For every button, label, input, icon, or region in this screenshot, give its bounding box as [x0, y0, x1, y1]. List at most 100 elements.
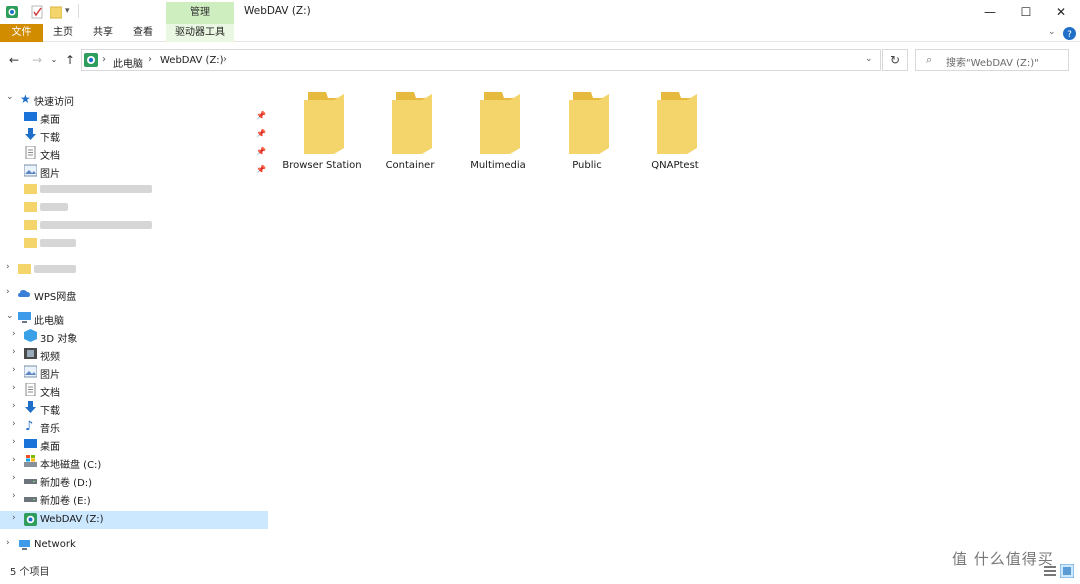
picture-icon: [24, 164, 37, 177]
address-input[interactable]: › 此电脑 › WebDAV (Z:) › ⌄: [81, 49, 881, 71]
sidebar-item-drive-d[interactable]: › 新加卷 (D:): [0, 471, 268, 489]
svg-text:?: ?: [1067, 30, 1072, 40]
folder-item[interactable]: Public: [545, 88, 629, 174]
sidebar-item-label: WPS网盘: [34, 292, 77, 303]
pin-icon[interactable]: 📌: [256, 111, 266, 120]
sidebar-item-desktop[interactable]: › 桌面: [0, 435, 268, 453]
sidebar-item-webdav[interactable]: › WebDAV (Z:): [0, 511, 268, 529]
chevron-right-icon[interactable]: ›: [6, 287, 10, 297]
chevron-down-icon[interactable]: ⌄: [6, 311, 14, 321]
tab-home[interactable]: 主页: [48, 24, 78, 42]
search-input[interactable]: ⌕ 搜索"WebDAV (Z:)": [915, 49, 1069, 71]
sidebar-item-downloads-pinned[interactable]: 下载 📌: [0, 126, 268, 144]
breadcrumb-this-pc[interactable]: 此电脑: [113, 55, 143, 70]
redacted-label: [40, 239, 76, 247]
sidebar-item-downloads[interactable]: › 下载: [0, 399, 268, 417]
pin-icon[interactable]: 📌: [256, 165, 266, 174]
chevron-right-icon[interactable]: ›: [12, 473, 16, 483]
sidebar-item-drive-e[interactable]: › 新加卷 (E:): [0, 489, 268, 507]
sidebar-item-quick-access[interactable]: ⌄ ★ 快速访问: [0, 90, 268, 108]
folder-label: QNAPtest: [651, 160, 699, 171]
folder-icon: [24, 220, 37, 230]
chevron-right-icon[interactable]: ›: [12, 455, 16, 465]
up-arrow-icon[interactable]: ↑: [62, 52, 78, 68]
recent-locations-icon[interactable]: ⌄: [46, 52, 62, 68]
folder-item[interactable]: Container: [368, 88, 452, 174]
customize-toolbar-icon[interactable]: ▾: [65, 6, 70, 16]
sidebar-item-drive-c[interactable]: › 本地磁盘 (C:): [0, 453, 268, 471]
folder-label: Browser Station: [282, 160, 362, 171]
document-icon: [25, 383, 36, 396]
pin-icon[interactable]: 📌: [256, 129, 266, 138]
sidebar-item-pictures-pinned[interactable]: 图片 📌: [0, 162, 268, 180]
folder-icon: [24, 184, 37, 194]
manage-context-tab[interactable]: 管理: [166, 2, 234, 24]
chevron-right-icon[interactable]: ›: [12, 513, 16, 523]
sidebar-item-documents[interactable]: › 文档: [0, 381, 268, 399]
folder-icon: [24, 238, 37, 248]
chevron-right-icon[interactable]: ›: [12, 347, 16, 357]
chevron-right-icon[interactable]: ›: [12, 329, 16, 339]
sidebar-item-label: 图片: [40, 169, 60, 180]
document-icon: [25, 146, 36, 159]
sidebar-item-label: 音乐: [40, 424, 60, 435]
system-drive-icon: [24, 455, 37, 467]
sidebar-item-redacted[interactable]: ›: [0, 260, 268, 278]
expand-ribbon-icon[interactable]: ⌄: [1048, 27, 1056, 37]
properties-icon[interactable]: [31, 5, 43, 19]
sidebar-item-label: 此电脑: [34, 316, 64, 327]
folder-icon: [304, 92, 344, 154]
chevron-right-icon[interactable]: ›: [12, 419, 16, 429]
chevron-right-icon[interactable]: ›: [6, 262, 10, 272]
tab-share[interactable]: 共享: [88, 24, 118, 42]
sidebar-item-this-pc[interactable]: ⌄ 此电脑: [0, 309, 268, 327]
sidebar-item-wps[interactable]: › WPS网盘: [0, 285, 268, 303]
sidebar-item-redacted[interactable]: [0, 234, 268, 252]
redacted-label: [40, 221, 152, 229]
sidebar-item-videos[interactable]: › 视频: [0, 345, 268, 363]
item-count: 5 个项目: [10, 567, 50, 578]
back-arrow-icon[interactable]: ←: [6, 52, 22, 68]
drive-app-icon[interactable]: [6, 5, 18, 19]
cube-icon: [24, 329, 37, 342]
sidebar-item-label: 下载: [40, 406, 60, 417]
sidebar-item-documents-pinned[interactable]: 文档 📌: [0, 144, 268, 162]
close-button[interactable]: ✕: [1046, 3, 1076, 21]
network-icon: [19, 540, 30, 550]
folder-item[interactable]: QNAPtest: [633, 88, 717, 174]
folder-item[interactable]: Browser Station: [280, 88, 364, 174]
sidebar-item-redacted[interactable]: [0, 198, 268, 216]
chevron-right-icon[interactable]: ›: [12, 491, 16, 501]
breadcrumb-webdav[interactable]: WebDAV (Z:): [160, 55, 224, 66]
chevron-right-icon[interactable]: ›: [12, 437, 16, 447]
large-icons-view-icon[interactable]: [1060, 564, 1074, 578]
chevron-right-icon[interactable]: ›: [12, 365, 16, 375]
sidebar-item-music[interactable]: › ♪ 音乐: [0, 417, 268, 435]
help-icon[interactable]: ?: [1063, 27, 1076, 40]
address-dropdown-icon[interactable]: ⌄: [865, 54, 873, 64]
sidebar-item-redacted[interactable]: [0, 180, 268, 198]
new-folder-icon[interactable]: [50, 5, 62, 19]
pin-icon[interactable]: 📌: [256, 147, 266, 156]
tab-drive-tools[interactable]: 驱动器工具: [166, 24, 234, 42]
tab-file[interactable]: 文件: [0, 24, 43, 42]
search-icon: ⌕: [926, 53, 933, 66]
window-title: WebDAV (Z:): [244, 5, 311, 17]
tab-view[interactable]: 查看: [128, 24, 158, 42]
breadcrumb-separator-icon: ›: [148, 54, 152, 65]
forward-arrow-icon[interactable]: →: [29, 52, 45, 68]
chevron-right-icon[interactable]: ›: [6, 538, 10, 548]
chevron-down-icon[interactable]: ⌄: [6, 92, 14, 102]
sidebar-item-3d-objects[interactable]: › 3D 对象: [0, 327, 268, 345]
sidebar-item-desktop-pinned[interactable]: 桌面 📌: [0, 108, 268, 126]
sidebar-item-network[interactable]: › Network: [0, 536, 268, 554]
sidebar-item-redacted[interactable]: [0, 216, 268, 234]
chevron-right-icon[interactable]: ›: [12, 401, 16, 411]
folder-item[interactable]: Multimedia: [456, 88, 540, 174]
chevron-right-icon[interactable]: ›: [12, 383, 16, 393]
desktop-icon: [24, 439, 37, 448]
minimize-button[interactable]: —: [975, 3, 1005, 21]
sidebar-item-pictures[interactable]: › 图片: [0, 363, 268, 381]
refresh-button[interactable]: ↻: [882, 49, 908, 71]
maximize-button[interactable]: ☐: [1011, 3, 1041, 21]
